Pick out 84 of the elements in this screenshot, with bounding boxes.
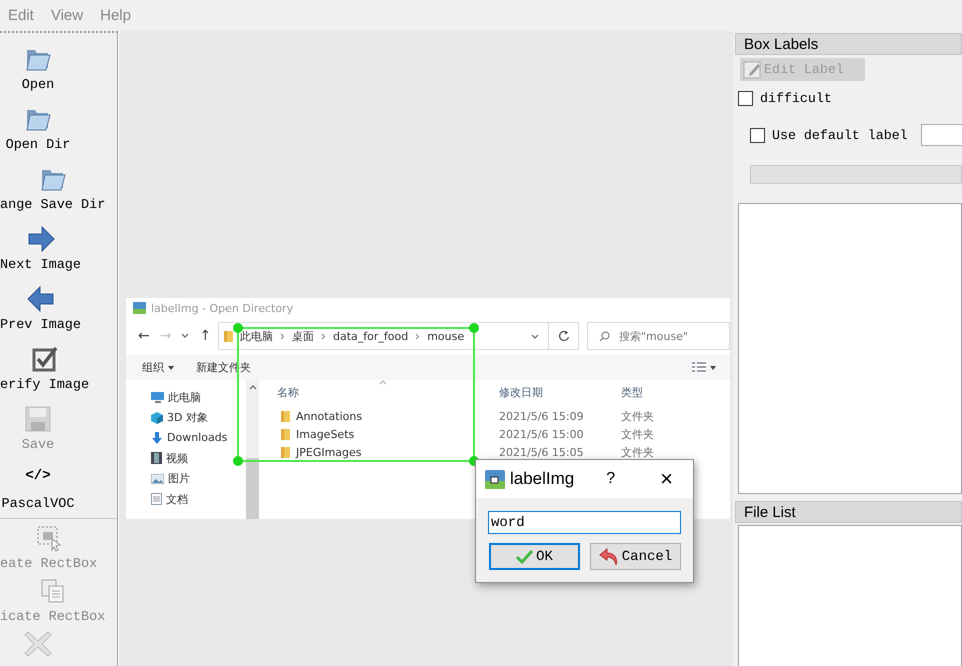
folder-icon <box>281 410 290 422</box>
toolbar-button[interactable]: Prev Image <box>0 273 82 333</box>
app-icon <box>133 302 146 314</box>
address-bar[interactable]: 此电脑 桌面 data_for_food mouse <box>218 322 549 350</box>
file-name: JPEGImages <box>296 446 362 458</box>
file-row[interactable]: JPEGImages 2021/5/6 15:05 文件夹 <box>259 443 730 461</box>
modified-date: 2021/5/6 15:09 <box>499 410 585 422</box>
file-name: ImageSets <box>296 428 354 440</box>
scrollbar[interactable] <box>246 380 259 519</box>
window-title: labelImg - Open Directory <box>151 302 294 314</box>
checkbox[interactable] <box>738 91 753 106</box>
breadcrumb-item[interactable]: 此电脑 <box>240 328 273 344</box>
film-icon <box>151 452 162 464</box>
nav-tree-item[interactable]: 3D 对象 <box>126 407 246 428</box>
view-options-icon[interactable] <box>692 362 706 373</box>
chevron-down-icon <box>531 334 539 340</box>
command-button[interactable]: 组织 <box>142 360 174 375</box>
nav-tree-item[interactable]: 此电脑 <box>126 387 246 408</box>
app-icon <box>485 470 505 488</box>
toolbar-button[interactable]: Open <box>0 33 76 93</box>
panel-title: File List <box>735 501 962 523</box>
sort-caret-icon <box>379 380 387 385</box>
default-label-field[interactable] <box>920 124 962 146</box>
nav-button[interactable]: ↑ <box>199 328 212 344</box>
undo-arrow-icon <box>598 548 619 566</box>
chevron-down-icon <box>181 333 190 339</box>
nav-tree-item[interactable]: 图片 <box>126 468 246 489</box>
chevron-right-icon <box>280 332 285 340</box>
column-header[interactable]: 类型 <box>621 384 726 400</box>
folder-icon <box>281 446 290 458</box>
folder-icon <box>281 428 290 440</box>
column-header[interactable]: 名称 <box>259 384 499 400</box>
format-button[interactable]: </> PascalVOC <box>0 453 76 512</box>
cross-icon <box>23 629 53 659</box>
chevron-right-icon <box>415 332 420 340</box>
modified-date: 2021/5/6 15:00 <box>499 428 585 440</box>
panel-title: Box Labels <box>735 33 962 55</box>
caret-icon <box>168 366 174 370</box>
breadcrumb-item[interactable]: data_for_food <box>333 330 408 342</box>
checkbox[interactable] <box>750 128 765 142</box>
dialog-button[interactable]: OK <box>489 543 580 570</box>
file-type: 文件夹 <box>621 444 655 460</box>
modified-date: 2021/5/6 15:05 <box>499 446 585 458</box>
dialog-title: labelImg <box>510 469 574 489</box>
search-field[interactable]: 搜索"mouse" <box>587 322 730 350</box>
dialog-button[interactable]: Cancel <box>590 543 681 570</box>
label-input[interactable]: word <box>488 511 681 534</box>
dropdown-field[interactable] <box>750 165 962 184</box>
left-arrow-icon <box>26 284 56 314</box>
checkmark-icon <box>516 550 534 564</box>
toolbar-button[interactable]: Next Image <box>0 213 82 273</box>
nav-button[interactable]: ← <box>138 328 150 344</box>
file-name: Annotations <box>296 410 362 422</box>
download-icon <box>151 432 163 444</box>
file-type: 文件夹 <box>621 426 655 442</box>
close-button[interactable]: × <box>660 468 673 490</box>
file-type: 文件夹 <box>621 408 655 424</box>
breadcrumb-item[interactable]: 桌面 <box>292 328 314 344</box>
file-row[interactable]: ImageSets 2021/5/6 15:00 文件夹 <box>259 425 730 443</box>
folder-icon <box>224 330 233 342</box>
caret-icon <box>710 366 716 370</box>
checkbox-label: Use default label <box>772 128 908 142</box>
breadcrumb-item[interactable]: mouse <box>427 330 464 342</box>
refresh-icon <box>558 330 570 342</box>
cube-icon <box>151 412 163 424</box>
checkbox-label: difficult <box>760 91 832 106</box>
toolbar-button[interactable]: ange Save Dir <box>0 153 106 213</box>
column-header[interactable]: 修改日期 <box>499 384 621 400</box>
search-icon <box>599 331 610 342</box>
nav-tree-item[interactable]: 视频 <box>126 448 246 469</box>
document-icon <box>151 493 162 506</box>
checkbox-icon <box>30 344 60 374</box>
computer-icon <box>151 392 164 403</box>
right-arrow-icon <box>26 224 56 254</box>
image-icon <box>151 474 164 484</box>
nav-tree-item[interactable]: Downloads <box>126 428 246 448</box>
toolbar-button[interactable]: erify Image <box>0 333 90 393</box>
file-row[interactable]: Annotations 2021/5/6 15:09 文件夹 <box>259 407 730 425</box>
toolbar-button[interactable]: Open Dir <box>0 93 76 153</box>
chevron-right-icon <box>321 332 326 340</box>
edit-icon <box>743 60 763 80</box>
nav-tree-item[interactable]: 文档 <box>126 488 246 510</box>
help-button[interactable]: ? <box>606 470 616 488</box>
refresh-button[interactable] <box>549 322 579 350</box>
